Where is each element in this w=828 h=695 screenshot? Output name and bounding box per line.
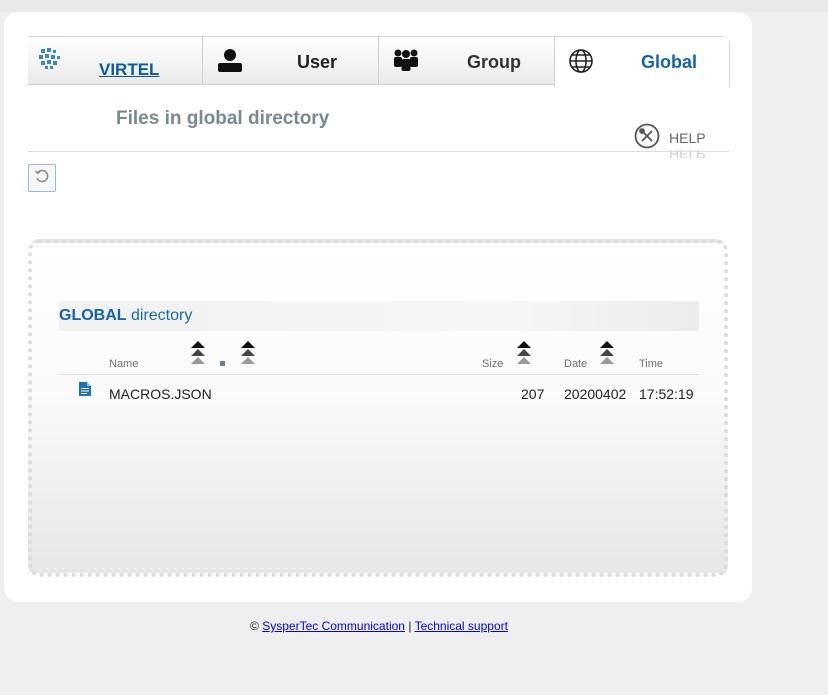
help-button[interactable]: HELP HELP	[634, 123, 714, 163]
sort-date-icon[interactable]	[600, 341, 614, 367]
directory-header: GLOBAL directory	[59, 301, 699, 331]
top-strip	[0, 0, 828, 12]
header-divider	[28, 151, 729, 152]
sort-size-icon[interactable]	[517, 341, 531, 367]
column-header-date[interactable]: Date	[564, 358, 587, 370]
group-icon	[393, 48, 419, 77]
header-row-divider	[59, 374, 699, 375]
tab-user-label: User	[297, 52, 338, 72]
file-name-link[interactable]: MACROS.JSON	[109, 386, 212, 402]
tab-global[interactable]: Global	[554, 37, 729, 87]
footer-separator: |	[408, 619, 412, 633]
refresh-icon	[34, 168, 50, 189]
tab-global-label: Global	[641, 52, 698, 72]
sort-ext-icon[interactable]	[241, 341, 255, 367]
directory-title-bold: GLOBAL	[59, 307, 127, 324]
directory-title-rest: directory	[126, 307, 193, 324]
tab-group-label: Group	[467, 52, 521, 72]
help-label[interactable]: HELP	[669, 130, 706, 146]
column-header-name[interactable]: Name	[109, 358, 138, 370]
column-header-time[interactable]: Time	[639, 358, 663, 370]
tools-icon	[634, 123, 660, 154]
globe-icon	[568, 48, 594, 79]
directory-title: GLOBAL directory	[59, 307, 192, 325]
virtel-logo-icon	[37, 47, 61, 76]
file-date: 20200402	[564, 386, 627, 402]
directory-panel: GLOBAL directory Name Size Date Time MAC…	[28, 239, 728, 577]
footer: © SysperTec Communication | Technical su…	[0, 619, 758, 633]
column-header-size[interactable]: Size	[482, 358, 503, 370]
sort-name-icon[interactable]	[191, 341, 205, 367]
company-link[interactable]: SysperTec Communication	[262, 619, 405, 633]
user-icon	[217, 47, 243, 78]
tab-bar: VIRTEL User Group Global	[28, 36, 730, 87]
refresh-button[interactable]	[28, 164, 56, 192]
main-card: VIRTEL User Group Global Files in global…	[4, 12, 752, 602]
file-icon	[79, 382, 91, 401]
page-title: Files in global directory	[116, 108, 330, 129]
copyright-symbol: ©	[250, 619, 259, 633]
file-time: 17:52:19	[639, 386, 694, 402]
tab-virtel-label[interactable]: VIRTEL	[99, 60, 159, 80]
technical-support-link[interactable]: Technical support	[415, 619, 508, 633]
column-separator-icon	[220, 361, 225, 366]
tab-virtel[interactable]: VIRTEL	[28, 37, 202, 85]
tab-group[interactable]: Group	[378, 37, 554, 85]
tab-user[interactable]: User	[202, 37, 378, 85]
file-size: 207	[521, 386, 545, 402]
